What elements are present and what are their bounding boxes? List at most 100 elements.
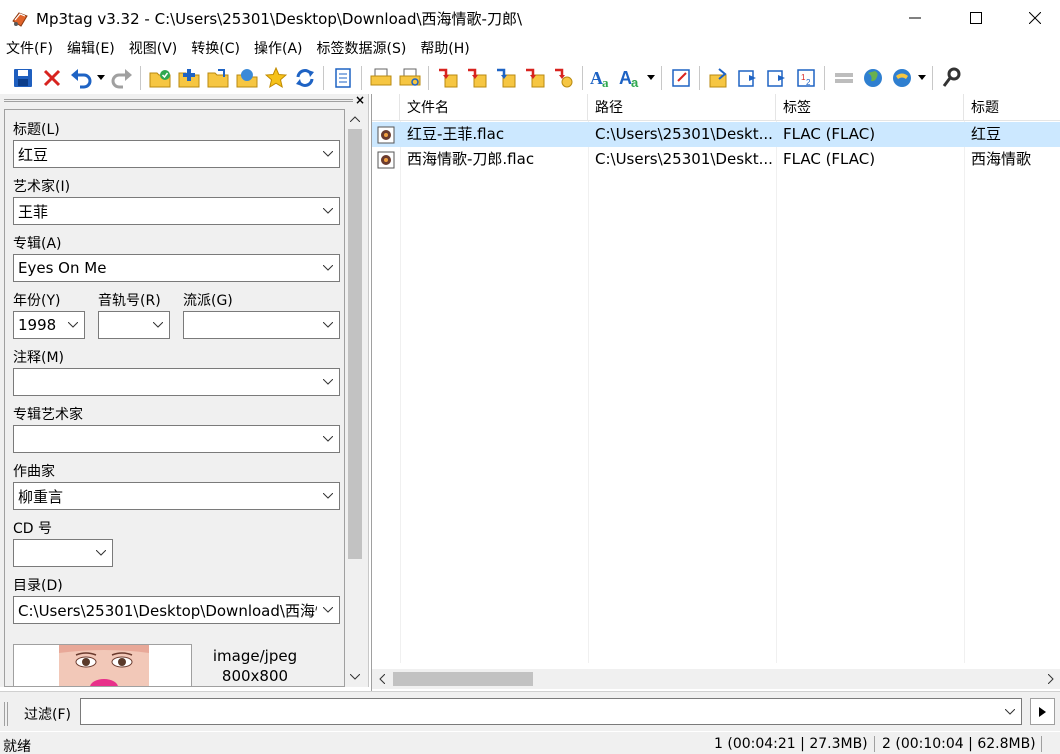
number-wizard-button[interactable]: 12 <box>791 64 820 92</box>
filter-input[interactable] <box>80 698 1022 725</box>
undo-dropdown[interactable] <box>95 64 107 92</box>
column-icon <box>372 94 400 121</box>
menu-edit[interactable]: 编辑(E) <box>60 37 122 61</box>
column-tag[interactable]: 标签 <box>776 94 964 121</box>
title-field[interactable]: 红豆 <box>13 140 340 168</box>
column-filename[interactable]: 文件名 <box>400 94 588 121</box>
add-directory-button[interactable] <box>174 64 203 92</box>
scroll-up-icon[interactable] <box>345 109 365 129</box>
import-cover-button[interactable] <box>704 64 733 92</box>
genre-field[interactable] <box>183 311 340 339</box>
minimize-button[interactable] <box>886 0 944 36</box>
comment-field[interactable] <box>13 368 340 396</box>
actions-button[interactable]: Aa <box>616 64 645 92</box>
filter-apply-button[interactable] <box>1030 698 1055 725</box>
favorites-button[interactable] <box>261 64 290 92</box>
track-field[interactable] <box>98 311 170 339</box>
tag-to-filename-button[interactable] <box>433 64 462 92</box>
play-arrow-icon <box>1039 706 1046 717</box>
redo-button[interactable] <box>107 64 136 92</box>
undo-button[interactable] <box>66 64 95 92</box>
column-title[interactable]: 标题 <box>964 94 1060 121</box>
freedb-button[interactable] <box>829 64 858 92</box>
chevron-down-icon[interactable] <box>317 255 339 281</box>
chevron-down-icon[interactable] <box>90 540 112 566</box>
toolbar-separator <box>140 65 141 90</box>
chevron-down-icon[interactable] <box>317 141 339 167</box>
tag-to-tag-button[interactable] <box>520 64 549 92</box>
panel-close-icon[interactable]: × <box>355 93 365 107</box>
chevron-down-icon[interactable] <box>62 312 84 338</box>
actions-dropdown[interactable] <box>645 64 657 92</box>
print-button[interactable] <box>366 64 395 92</box>
panel-grip[interactable] <box>4 99 353 102</box>
print-preview-button[interactable] <box>395 64 424 92</box>
directory-field[interactable]: C:\Users\25301\Desktop\Download\西海情 <box>13 596 340 624</box>
scroll-down-icon[interactable] <box>345 667 365 687</box>
save-button[interactable] <box>8 64 37 92</box>
web-source-button[interactable] <box>858 64 887 92</box>
filename-to-filename-button[interactable] <box>491 64 520 92</box>
chevron-down-icon[interactable] <box>317 198 339 224</box>
cover-size: 800x800 <box>221 667 289 685</box>
text-file-to-tag-icon <box>554 68 572 87</box>
toolbar-separator <box>323 65 324 90</box>
undo-icon <box>70 68 91 88</box>
edit-tag-button[interactable] <box>666 64 695 92</box>
close-button[interactable] <box>1006 0 1060 36</box>
maximize-button[interactable] <box>947 0 1005 36</box>
menu-tag-sources[interactable]: 标签数据源(S) <box>310 37 414 61</box>
menu-view[interactable]: 视图(V) <box>122 37 185 61</box>
tag-panel-scrollbar[interactable] <box>345 109 365 687</box>
album-cover-image[interactable] <box>13 644 192 686</box>
discogs-button[interactable] <box>887 64 916 92</box>
change-directory-button[interactable] <box>145 64 174 92</box>
filename-to-tag-button[interactable] <box>462 64 491 92</box>
toolbar-separator <box>699 65 700 90</box>
menu-file[interactable]: 文件(F) <box>0 37 60 61</box>
remove-tag-button[interactable] <box>37 64 66 92</box>
album-artist-field[interactable] <box>13 425 340 453</box>
scrollbar-thumb[interactable] <box>348 129 362 559</box>
chevron-down-icon[interactable] <box>317 369 339 395</box>
chevron-down-icon[interactable] <box>147 312 169 338</box>
mp3tag-app-icon <box>10 9 30 29</box>
table-row[interactable]: 西海情歌-刀郎.flac C:\Users\25301\Deskt... FLA… <box>372 147 1060 172</box>
svg-text:2: 2 <box>806 78 811 87</box>
menu-convert[interactable]: 转换(C) <box>184 37 247 61</box>
filename-to-filename-icon <box>496 68 515 87</box>
scroll-left-icon[interactable] <box>372 669 392 689</box>
table-row[interactable]: 红豆-王菲.flac C:\Users\25301\Deskt... FLAC … <box>372 122 1060 147</box>
album-field[interactable]: Eyes On Me <box>13 254 340 282</box>
export-cover-button[interactable] <box>733 64 762 92</box>
export-list-button[interactable] <box>328 64 357 92</box>
chevron-down-icon[interactable] <box>317 483 339 509</box>
chevron-down-icon[interactable] <box>317 597 339 623</box>
disc-field[interactable] <box>13 539 113 567</box>
filter-grip[interactable] <box>4 702 8 726</box>
column-path[interactable]: 路径 <box>588 94 776 121</box>
menu-help[interactable]: 帮助(H) <box>413 37 476 61</box>
actions-icon: Aa <box>619 68 639 89</box>
file-list-hscrollbar[interactable] <box>372 669 1060 689</box>
refresh-button[interactable] <box>290 64 319 92</box>
artist-field[interactable]: 王菲 <box>13 197 340 225</box>
text-file-to-tag-button[interactable] <box>549 64 578 92</box>
chevron-down-icon <box>918 75 926 80</box>
playlist-button[interactable] <box>762 64 791 92</box>
year-field[interactable]: 1998 <box>13 311 85 339</box>
toolbar: Aa Aa 12 <box>0 61 1060 94</box>
tools-button[interactable] <box>937 64 966 92</box>
title-label: 标题(L) <box>13 122 60 138</box>
open-folder-button[interactable] <box>203 64 232 92</box>
scrollbar-thumb[interactable] <box>393 672 533 686</box>
menu-actions[interactable]: 操作(A) <box>247 37 310 61</box>
chevron-down-icon[interactable] <box>317 312 339 338</box>
composer-field[interactable]: 柳重言 <box>13 482 340 510</box>
scroll-right-icon[interactable] <box>1041 669 1060 689</box>
chevron-down-icon[interactable] <box>317 426 339 452</box>
chevron-down-icon[interactable] <box>999 699 1021 724</box>
web-sources-dropdown[interactable] <box>916 64 928 92</box>
case-conversion-button[interactable]: Aa <box>587 64 616 92</box>
favorite-folder-button[interactable] <box>232 64 261 92</box>
